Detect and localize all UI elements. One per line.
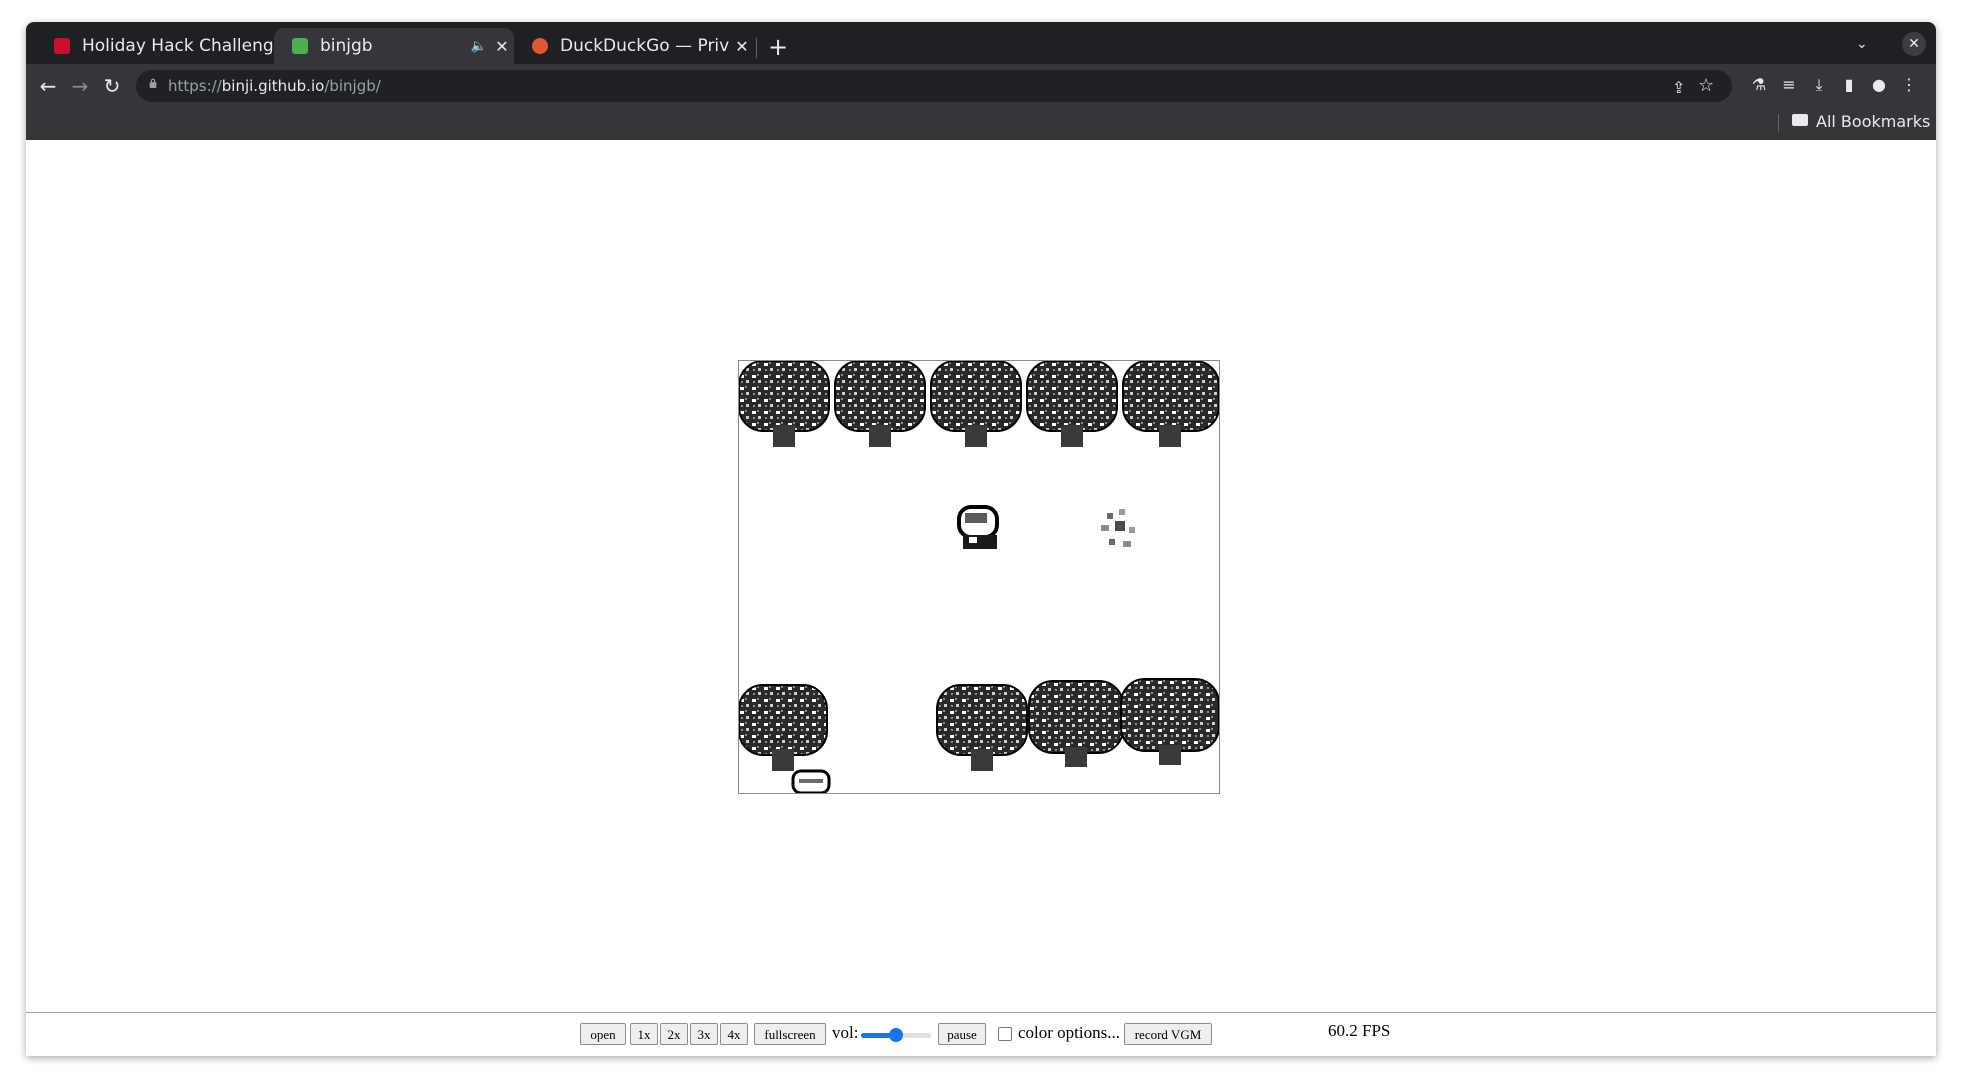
tab-duckduckgo[interactable]: DuckDuckGo — Privac ✕ [514, 28, 754, 64]
media-icon[interactable]: ≡ [1778, 74, 1800, 96]
volume-slider-thumb[interactable] [889, 1028, 903, 1042]
page-content: open 1x 2x 3x 4x fullscreen vol: pause c… [26, 140, 1936, 1056]
url-scheme: https:// [168, 77, 222, 95]
top-tree-row [739, 361, 1219, 447]
tab-search-chevron-icon[interactable]: ⌄ [1856, 36, 1868, 52]
forward-button[interactable]: → [66, 72, 94, 100]
tree [1026, 361, 1118, 447]
scale-1x-button[interactable]: 1x [630, 1023, 658, 1045]
color-options-checkbox[interactable] [998, 1027, 1012, 1041]
fullscreen-button[interactable]: fullscreen [754, 1023, 826, 1045]
all-bookmarks-button[interactable]: All Bookmarks [1816, 112, 1930, 131]
sparkle-sprite [1101, 509, 1135, 547]
color-options-label: color options... [1018, 1023, 1120, 1042]
address-url[interactable]: https://binji.github.io/binjgb/ [168, 77, 381, 95]
scale-3x-button[interactable]: 3x [690, 1023, 718, 1045]
volume-label: vol: [832, 1023, 859, 1042]
tab-holiday-hack[interactable]: Holiday Hack Challeng ✕ [36, 28, 298, 64]
tree [834, 361, 926, 447]
download-icon[interactable]: ⤓ [1808, 74, 1830, 96]
profile-icon[interactable]: ● [1868, 74, 1890, 96]
tab-close-icon[interactable]: ✕ [730, 37, 754, 56]
share-icon[interactable]: ⇪ [1672, 78, 1685, 97]
tree [739, 361, 830, 447]
window-close-button[interactable]: ✕ [1902, 32, 1926, 56]
tree [1122, 361, 1219, 447]
duckduckgo-favicon-icon [532, 38, 548, 54]
pause-button[interactable]: pause [938, 1023, 986, 1045]
tree [739, 684, 828, 771]
fps-readout: 60.2 FPS [1328, 1021, 1391, 1040]
folder-icon [1792, 114, 1808, 126]
back-button[interactable]: ← [34, 72, 62, 100]
tab-strip: Holiday Hack Challeng ✕ binjgb 🔈 ✕ DuckD… [26, 22, 1936, 64]
tab-separator [756, 38, 757, 58]
tab-close-icon[interactable]: ✕ [490, 37, 514, 56]
reload-button[interactable]: ↻ [98, 72, 126, 100]
flask-icon[interactable]: ⚗ [1748, 74, 1770, 96]
tab-title: binjgb [320, 36, 373, 56]
holiday-hack-favicon-icon [54, 38, 70, 54]
tab-binjgb[interactable]: binjgb 🔈 ✕ [274, 28, 514, 64]
browser-window: Holiday Hack Challeng ✕ binjgb 🔈 ✕ DuckD… [26, 22, 1936, 1056]
record-vgm-button[interactable]: record VGM [1124, 1023, 1212, 1045]
tree [936, 684, 1028, 771]
rock-sprite [791, 769, 831, 793]
audio-playing-icon[interactable]: 🔈 [468, 39, 490, 54]
tree [930, 361, 1022, 447]
bookmarks-divider [1778, 114, 1779, 132]
lock-icon [149, 78, 157, 88]
tree [1120, 678, 1219, 765]
url-host: binji.github.io [221, 77, 325, 95]
volume-slider[interactable] [861, 1028, 931, 1042]
game-scene [739, 361, 1219, 793]
scale-4x-button[interactable]: 4x [720, 1023, 748, 1045]
bookmarks-bar: All Bookmarks [26, 106, 1936, 140]
address-bar[interactable]: https://binji.github.io/binjgb/ ⇪ ☆ [136, 70, 1732, 102]
bookmark-star-icon[interactable]: ☆ [1698, 75, 1714, 96]
new-tab-button[interactable]: + [764, 34, 792, 62]
tab-title: DuckDuckGo — Privac [560, 36, 730, 56]
url-path: /binjgb/ [324, 77, 381, 95]
tab-title: Holiday Hack Challeng [82, 36, 274, 56]
scale-2x-button[interactable]: 2x [660, 1023, 688, 1045]
open-button[interactable]: open [580, 1023, 626, 1045]
sidepanel-icon[interactable]: ▮ [1838, 74, 1860, 96]
binjgb-favicon-icon [292, 38, 308, 54]
menu-icon[interactable]: ⋮ [1898, 74, 1920, 96]
toolbar: ← → ↻ https://binji.github.io/binjgb/ ⇪ … [26, 64, 1936, 106]
emulator-controls: open 1x 2x 3x 4x fullscreen vol: pause c… [26, 1012, 1936, 1056]
game-screen[interactable] [738, 360, 1220, 794]
player-sprite [957, 505, 999, 549]
bottom-tree-row [739, 678, 1219, 771]
tree [1028, 680, 1124, 767]
